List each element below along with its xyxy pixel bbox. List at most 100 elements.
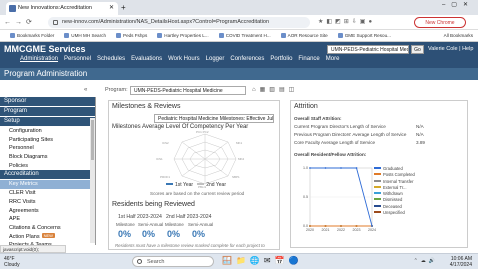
menu-item[interactable]: Finance — [298, 56, 319, 62]
attr-value: N/A — [416, 124, 424, 129]
sidebar-item-label: Personnel — [9, 145, 34, 152]
sidebar-item-label: APE — [9, 216, 21, 223]
legend-swatch — [374, 173, 381, 176]
legend-label: Dismissed — [383, 197, 403, 203]
radar-legend: 1st Year 2nd Year — [166, 182, 226, 188]
menu-item[interactable]: Portfolio — [270, 56, 292, 62]
data-point — [371, 225, 373, 227]
taskbar: 46°F Cloudy Search 🪟📁🌐✉📅🔵 ⌃☁🔊 10:06 AM 4… — [0, 253, 478, 269]
sidebar-section[interactable]: Program — [0, 107, 95, 116]
sidebar-item-label: Policies — [9, 162, 28, 169]
y-tick-label: 1.0 — [303, 166, 308, 170]
sidebar-item[interactable]: Action Plans NEW — [0, 232, 95, 242]
legend-swatch — [374, 211, 381, 214]
menu-item[interactable]: Schedules — [97, 56, 125, 62]
sidebar-item[interactable]: Key Metrics — [0, 180, 95, 190]
new-chrome-button[interactable]: New Chrome available — [414, 17, 466, 36]
milestone-select[interactable]: Pediatric Hospital Medicine Milestones: … — [154, 114, 274, 123]
sidebar-item-label: Block Diagrams — [9, 154, 48, 161]
browser-tab[interactable]: New Innovations:Accreditation ✕ — [6, 2, 118, 15]
sidebar-item[interactable]: Citations & Concerns — [0, 224, 95, 233]
close-tab-icon[interactable]: ✕ — [109, 2, 114, 15]
bookmark-item[interactable]: Peds Fshps — [111, 33, 147, 38]
main-program-select[interactable]: UMN-PEDS-Pediatric Hospital Medicine — [130, 86, 246, 95]
sidebar-item-label: CLER Visit — [9, 190, 36, 197]
legend-label: External Tr... — [383, 184, 407, 190]
pct-value: 0% — [167, 229, 181, 239]
footnote: Residents must have a milestone review m… — [115, 243, 265, 248]
sidebar-scrollbar[interactable] — [90, 118, 95, 243]
bookmark-icon — [280, 33, 286, 38]
sidebar-item[interactable]: Personnel — [0, 144, 95, 153]
sidebar-item[interactable]: APE — [0, 215, 95, 224]
menu-item[interactable]: Personnel — [64, 56, 91, 62]
score-note: Scores are based on the current review p… — [150, 191, 245, 196]
bookmark-item[interactable]: UMH MH Search — [59, 33, 106, 38]
sidebar-item-label: RRC Visits — [9, 198, 36, 205]
taskbar-apps[interactable]: 🪟📁🌐✉📅🔵 — [222, 256, 303, 265]
legend-label: Graduated — [383, 166, 403, 171]
legend-swatch — [374, 204, 381, 207]
tab-title: New Innovations:Accreditation — [18, 5, 92, 11]
clock-date: 4/17/2024 — [449, 262, 472, 268]
sidebar-section[interactable]: Sponsor — [0, 97, 95, 106]
sidebar-item[interactable]: RRC Visits — [0, 198, 95, 207]
window-controls[interactable]: –▢✕ — [442, 1, 474, 8]
all-bookmarks[interactable]: All Bookmarks — [444, 30, 473, 42]
bookmark-icon — [157, 33, 163, 38]
help-link[interactable]: Help — [462, 46, 473, 52]
sidebar-item[interactable]: Agreements — [0, 207, 95, 216]
sidebar-item-label: Configuration — [9, 128, 42, 134]
app-header: MMCGME Services Administration Personnel S… — [0, 42, 478, 68]
sidebar-item[interactable]: CLER Visit — [0, 189, 95, 198]
bookmark-icon — [218, 33, 224, 38]
bookmark-label: Bookmarks Folder — [17, 33, 55, 38]
clock[interactable]: 10:06 AM 4/17/2024 — [450, 256, 472, 268]
x-tick-label: 2022 — [337, 228, 345, 232]
menu-item[interactable]: Logger — [206, 56, 225, 62]
sidebar-item[interactable]: Participating Sites — [0, 136, 95, 145]
bookmark-item[interactable]: Bookmarks Folder — [5, 33, 54, 38]
new-tab-button[interactable]: + — [121, 2, 126, 13]
weather-widget[interactable]: 46°F Cloudy — [4, 256, 20, 268]
bookmark-label: COVID Treatment H... — [225, 33, 271, 38]
legend-label: Unspecified — [383, 210, 405, 216]
menu-item[interactable]: Administration — [20, 56, 58, 62]
toolbar-icons[interactable]: ⌂▦▥▤◫ — [252, 86, 298, 93]
sidebar-section[interactable]: Setup — [0, 117, 95, 126]
legend-swatch — [374, 179, 381, 182]
extension-icons[interactable]: ★◧◩⊞⇩▣● — [318, 18, 375, 25]
svg-text:PROF1: PROF1 — [160, 175, 170, 179]
taskbar-search[interactable]: Search — [132, 256, 214, 267]
nav-buttons[interactable]: ←→⟳ — [4, 18, 36, 26]
search-icon — [137, 259, 142, 264]
go-button[interactable]: Go — [411, 45, 424, 54]
scrollbar-thumb[interactable] — [91, 120, 94, 160]
menu-item[interactable]: Work Hours — [168, 56, 200, 62]
sidebar-section[interactable]: Accreditation — [0, 170, 95, 180]
attr-value: 3.89 — [416, 140, 425, 145]
menu-item[interactable]: Conferences — [230, 56, 264, 62]
bookmark-item[interactable]: GME Support Resou... — [333, 33, 391, 38]
brand-title: MMCGME Services — [4, 44, 86, 54]
system-tray[interactable]: ⌃☁🔊 — [414, 258, 438, 264]
program-select[interactable]: UMN-PEDS-Pediatric Hospital Medicine — [327, 45, 409, 54]
menu-item[interactable]: Evaluations — [131, 56, 162, 62]
bookmark-label: Peds Fshps — [123, 33, 148, 38]
sidebar-item-label: Agreements — [9, 207, 39, 214]
bookmark-item[interactable]: COVID Treatment H... — [214, 33, 271, 38]
sidebar-item[interactable]: Configuration — [0, 127, 95, 136]
col-semi-annual: Semi-Annual — [188, 222, 214, 227]
bookmark-item[interactable]: Hartley Properties L... — [152, 33, 209, 38]
legend-swatch — [374, 167, 381, 169]
svg-text:SBP1: SBP1 — [232, 175, 240, 179]
welcome-user[interactable]: Valerie Cole — [428, 46, 458, 52]
menu-item[interactable]: More — [326, 56, 340, 62]
collapse-icon[interactable]: « — [84, 87, 87, 93]
search-label: Search — [147, 259, 165, 265]
bookmark-item[interactable]: AOR Resource Site — [276, 33, 328, 38]
sidebar-item[interactable]: Policies — [0, 162, 95, 171]
sidebar-item[interactable]: Block Diagrams — [0, 153, 95, 162]
page-title: Program Administration — [4, 69, 88, 78]
url-bar[interactable]: new-innov.com/Administration/NAS_Details… — [48, 17, 310, 28]
